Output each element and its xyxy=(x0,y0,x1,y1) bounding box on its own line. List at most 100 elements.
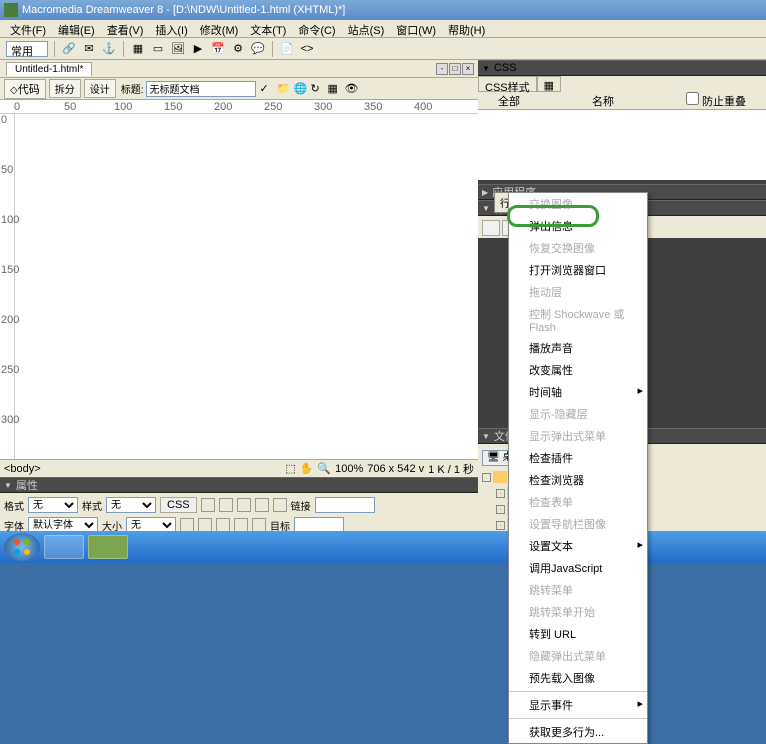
css-button[interactable]: CSS xyxy=(160,497,197,513)
css-rules-list[interactable] xyxy=(478,110,766,180)
color-icon[interactable] xyxy=(180,518,194,532)
menu-insert[interactable]: 插入(I) xyxy=(149,20,193,37)
format-select[interactable]: 无 xyxy=(28,497,78,513)
menu-hide-popup-menu[interactable]: 隐藏弹出式菜单 xyxy=(509,645,647,667)
menu-get-more-behaviors[interactable]: 获取更多行为... xyxy=(509,721,647,743)
menu-text[interactable]: 文本(T) xyxy=(244,20,292,37)
menu-modify[interactable]: 修改(M) xyxy=(194,20,245,37)
menu-popup-message[interactable]: 弹出信息 xyxy=(509,215,647,237)
bold-icon[interactable] xyxy=(201,498,215,512)
server-icon[interactable]: ⚙ xyxy=(230,41,246,57)
menu-open-browser-window[interactable]: 打开浏览器窗口 xyxy=(509,259,647,281)
document-pane: Untitled-1.html* - □ × ◇代码 拆分 设计 标题: ✓ 📁… xyxy=(0,60,478,563)
split-view-button[interactable]: 拆分 xyxy=(49,79,81,98)
table-icon[interactable]: ▦ xyxy=(130,41,146,57)
align-left-icon[interactable] xyxy=(237,498,251,512)
menu-drag-layer[interactable]: 拖动层 xyxy=(509,281,647,303)
style-select[interactable]: 无 xyxy=(106,497,156,513)
menu-jump-menu[interactable]: 跳转菜单 xyxy=(509,579,647,601)
css-styles-tab[interactable]: CSS样式 xyxy=(478,76,537,92)
menu-commands[interactable]: 命令(C) xyxy=(292,20,341,37)
doc-restore-icon[interactable]: □ xyxy=(449,63,461,75)
menu-help[interactable]: 帮助(H) xyxy=(442,20,491,37)
menu-preload-images[interactable]: 预先载入图像 xyxy=(509,667,647,689)
layers-tab-icon[interactable]: ▦ xyxy=(537,76,561,92)
menu-change-property[interactable]: 改变属性 xyxy=(509,359,647,381)
view-options-icon[interactable]: ▦ xyxy=(327,82,341,96)
main-menubar[interactable]: 文件(F) 编辑(E) 查看(V) 插入(I) 修改(M) 文本(T) 命令(C… xyxy=(0,20,766,38)
menu-set-nav-bar-image[interactable]: 设置导航栏图像 xyxy=(509,513,647,535)
align-center-icon[interactable] xyxy=(255,498,269,512)
window-size[interactable]: 706 x 542 v xyxy=(367,463,424,475)
document-tab[interactable]: Untitled-1.html* xyxy=(6,62,92,76)
list-ul-icon[interactable] xyxy=(198,518,212,532)
properties-header[interactable]: ▼属性 xyxy=(0,477,478,493)
prevent-overlap-checkbox[interactable]: 防止重叠 xyxy=(686,92,746,109)
design-canvas[interactable]: 0 50 100 150 200 250 300 xyxy=(0,114,478,459)
taskbar-item-dreamweaver[interactable] xyxy=(88,535,128,559)
tree-collapse-icon[interactable]: - xyxy=(482,473,491,482)
tag-selector[interactable]: <body> xyxy=(4,463,41,475)
outdent-icon[interactable] xyxy=(234,518,248,532)
menu-control-shockwave[interactable]: 控制 Shockwave 或 Flash xyxy=(509,303,647,337)
start-button[interactable] xyxy=(4,533,40,561)
menu-restore-swap[interactable]: 恢复交换图像 xyxy=(509,237,647,259)
list-ol-icon[interactable] xyxy=(216,518,230,532)
css-header[interactable]: ▼CSS xyxy=(478,60,766,76)
indent-icon[interactable] xyxy=(252,518,266,532)
design-view-button[interactable]: 设计 xyxy=(84,79,116,98)
menu-check-plugin[interactable]: 检查插件 xyxy=(509,447,647,469)
menu-validate-form[interactable]: 检查表单 xyxy=(509,491,647,513)
page-title-input[interactable] xyxy=(146,81,256,97)
anchor-icon[interactable]: ⚓ xyxy=(101,41,117,57)
email-icon[interactable]: ✉ xyxy=(81,41,97,57)
menu-swap-image[interactable]: 交换图像 xyxy=(509,193,647,215)
tree-expand-icon[interactable]: + xyxy=(496,521,505,530)
menu-site[interactable]: 站点(S) xyxy=(342,20,391,37)
menu-show-hide-layers[interactable]: 显示-隐藏层 xyxy=(509,403,647,425)
validate-icon[interactable]: ✓ xyxy=(259,82,273,96)
menu-set-text[interactable]: 设置文本 xyxy=(509,535,647,557)
menu-edit[interactable]: 编辑(E) xyxy=(52,20,101,37)
menu-check-browser[interactable]: 检查浏览器 xyxy=(509,469,647,491)
link-input[interactable] xyxy=(315,497,375,513)
media-icon[interactable]: ▶ xyxy=(190,41,206,57)
refresh-icon[interactable]: ↻ xyxy=(310,82,324,96)
menu-call-javascript[interactable]: 调用JavaScript xyxy=(509,557,647,579)
tree-expand-icon[interactable]: + xyxy=(496,505,505,514)
menu-goto-url[interactable]: 转到 URL xyxy=(509,623,647,645)
category-combo[interactable]: 常用 xyxy=(6,41,48,57)
doc-minimize-icon[interactable]: - xyxy=(436,63,448,75)
hyperlink-icon[interactable]: 🔗 xyxy=(61,41,77,57)
template-icon[interactable]: 📄 xyxy=(279,41,295,57)
code-view-button[interactable]: ◇代码 xyxy=(4,79,46,99)
format-label: 格式 xyxy=(4,498,24,513)
italic-icon[interactable] xyxy=(219,498,233,512)
tree-expand-icon[interactable]: + xyxy=(496,489,505,498)
doc-close-icon[interactable]: × xyxy=(462,63,474,75)
menu-window[interactable]: 窗口(W) xyxy=(390,20,442,37)
preview-icon[interactable]: 🌐 xyxy=(293,82,307,96)
menu-timeline[interactable]: 时间轴 xyxy=(509,381,647,403)
menu-file[interactable]: 文件(F) xyxy=(4,20,52,37)
select-tool-icon[interactable]: ⬚ xyxy=(285,462,295,475)
align-right-icon[interactable] xyxy=(273,498,287,512)
file-mgmt-icon[interactable]: 📁 xyxy=(276,82,290,96)
zoom-tool-icon[interactable]: 🔍 xyxy=(317,462,331,475)
visual-aids-icon[interactable]: 👁 xyxy=(344,82,358,96)
attributes-tab-icon[interactable] xyxy=(482,220,500,236)
window-titlebar: Macromedia Dreamweaver 8 - [D:\NDW\Untit… xyxy=(0,0,766,20)
date-icon[interactable]: 📅 xyxy=(210,41,226,57)
menu-show-popup-menu[interactable]: 显示弹出式菜单 xyxy=(509,425,647,447)
comment-icon[interactable]: 💬 xyxy=(250,41,266,57)
layer-icon[interactable]: ▭ xyxy=(150,41,166,57)
taskbar-item-explorer[interactable] xyxy=(44,535,84,559)
menu-play-sound[interactable]: 播放声音 xyxy=(509,337,647,359)
zoom-level[interactable]: 100% xyxy=(335,463,363,475)
tag-icon[interactable]: <> xyxy=(299,41,315,57)
menu-jump-menu-go[interactable]: 跳转菜单开始 xyxy=(509,601,647,623)
menu-show-events-for[interactable]: 显示事件 xyxy=(509,694,647,716)
menu-view[interactable]: 查看(V) xyxy=(101,20,150,37)
image-icon[interactable]: 🖼 xyxy=(170,41,186,57)
hand-tool-icon[interactable]: ✋ xyxy=(300,462,314,475)
